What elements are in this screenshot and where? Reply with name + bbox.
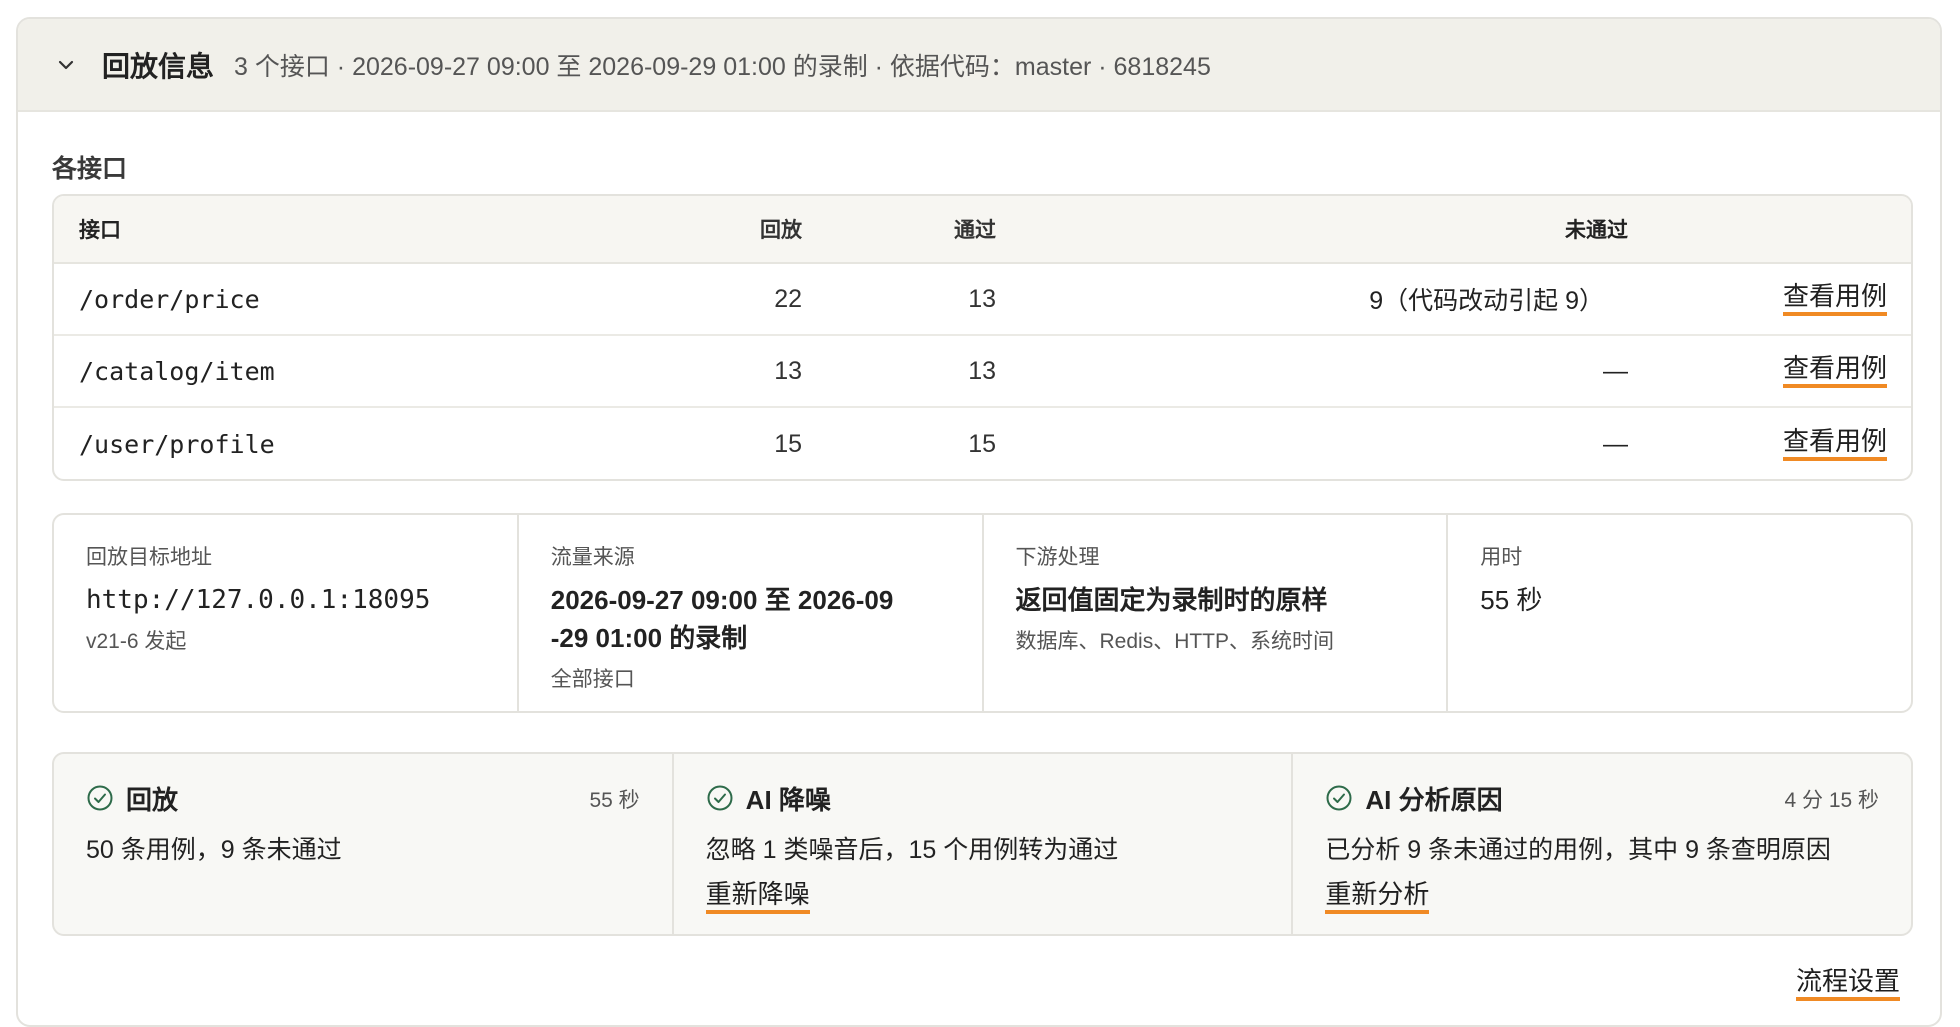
api-path: /catalog/item [79,356,275,386]
check-circle-icon [707,785,733,811]
panel-header[interactable]: 回放信息 3 个接口 · 2026-09-27 09:00 至 2026-09-… [18,19,1940,112]
col-header-fail: 未通过 [1565,219,1628,242]
table-row: /user/profile 15 15 — 查看用例 [54,408,1911,479]
duration-value: 55 秒 [1480,585,1543,615]
replay-count: 22 [774,284,802,313]
pass-count: 13 [968,356,996,385]
apis-table: 接口 回放 通过 未通过 /order/price 22 13 9（代码改动引起… [52,194,1913,481]
traffic-source-card: 流量来源 2026-09-27 09:00 至 2026-09 -29 01:0… [519,515,984,711]
downstream-card: 下游处理 返回值固定为录制时的原样 数据库、Redis、HTTP、系统时间 [984,515,1449,711]
view-cases-cell: 查看用例 [1782,408,1887,479]
step-description: 50 条用例，9 条未通过 [86,836,342,864]
replay-count: 13 [774,356,802,385]
step-duration: 4 分 15 秒 [1784,789,1880,812]
step-title: AI 分析原因 [1365,784,1503,815]
view-cases-link[interactable]: 查看用例 [1782,353,1887,389]
downstream-mode: 返回值固定为录制时的原样 [1015,585,1328,615]
fail-count: — [1603,429,1628,458]
check-circle-icon [1326,785,1352,811]
api-path: /order/price [79,284,260,314]
api-path: /user/profile [79,429,275,459]
step-duration: 55 秒 [589,789,640,812]
source-label: 流量来源 [550,546,635,569]
step-description: 忽略 1 类噪音后，15 个用例转为通过 [705,836,1119,864]
source-scope: 全部接口 [550,668,635,691]
duration-label: 用时 [1480,546,1523,569]
step-description: 已分析 9 条未通过的用例，其中 9 条查明原因 [1325,836,1831,864]
view-cases-cell: 查看用例 [1782,336,1887,406]
view-cases-cell: 查看用例 [1782,264,1887,334]
col-header-pass: 通过 [954,219,996,242]
target-address-card: 回放目标地址 http://127.0.0.1:18095 v21-6 发起 [54,515,519,711]
check-circle-icon [87,785,113,811]
step-ai-analysis: AI 分析原因 4 分 15 秒 已分析 9 条未通过的用例，其中 9 条查明原… [1293,754,1911,934]
chevron-down-icon[interactable] [54,53,78,77]
pass-count: 15 [968,429,996,458]
panel-subtitle: 3 个接口 · 2026-09-27 09:00 至 2026-09-29 01… [234,52,1211,81]
fail-count: 9（代码改动引起 9） [1369,287,1604,315]
pipeline-steps: 回放 55 秒 50 条用例，9 条未通过 AI 降噪 忽略 1 类噪音后，15… [52,752,1913,936]
source-range-line1: 2026-09-27 09:00 至 2026-09 [550,585,894,615]
replay-info-panel: 回放信息 3 个接口 · 2026-09-27 09:00 至 2026-09-… [16,17,1942,1027]
table-row: /order/price 22 13 9（代码改动引起 9） 查看用例 [54,264,1911,336]
apis-section-label: 各接口 [52,155,128,183]
step-title: AI 降噪 [745,784,831,815]
step-title: 回放 [126,784,179,815]
downstream-label: 下游处理 [1015,546,1100,569]
panel-title: 回放信息 [102,50,215,82]
duration-card: 用时 55 秒 [1448,515,1911,711]
view-cases-link[interactable]: 查看用例 [1782,426,1887,462]
source-range-line2: -29 01:00 的录制 [550,623,748,653]
pass-count: 13 [968,284,996,313]
pipeline-settings-link[interactable]: 流程设置 [1795,966,1900,1001]
downstream-targets: 数据库、Redis、HTTP、系统时间 [1015,630,1335,653]
col-header-replay: 回放 [760,219,802,242]
view-cases-link[interactable]: 查看用例 [1782,281,1887,317]
step-replay: 回放 55 秒 50 条用例，9 条未通过 [54,754,674,934]
fail-count: — [1603,356,1628,385]
replay-info-grid: 回放目标地址 http://127.0.0.1:18095 v21-6 发起 流… [52,513,1913,713]
col-header-api: 接口 [79,219,121,242]
table-row: /catalog/item 13 13 — 查看用例 [54,336,1911,408]
redo-analysis-link[interactable]: 重新分析 [1325,879,1430,914]
target-label: 回放目标地址 [86,546,212,569]
table-header: 接口 回放 通过 未通过 [54,196,1911,264]
target-initiator: v21-6 发起 [86,630,187,653]
target-url: http://127.0.0.1:18095 [86,585,431,615]
replay-count: 15 [774,429,802,458]
step-ai-denoise: AI 降噪 忽略 1 类噪音后，15 个用例转为通过 重新降噪 [674,754,1294,934]
redo-denoise-link[interactable]: 重新降噪 [705,879,810,914]
